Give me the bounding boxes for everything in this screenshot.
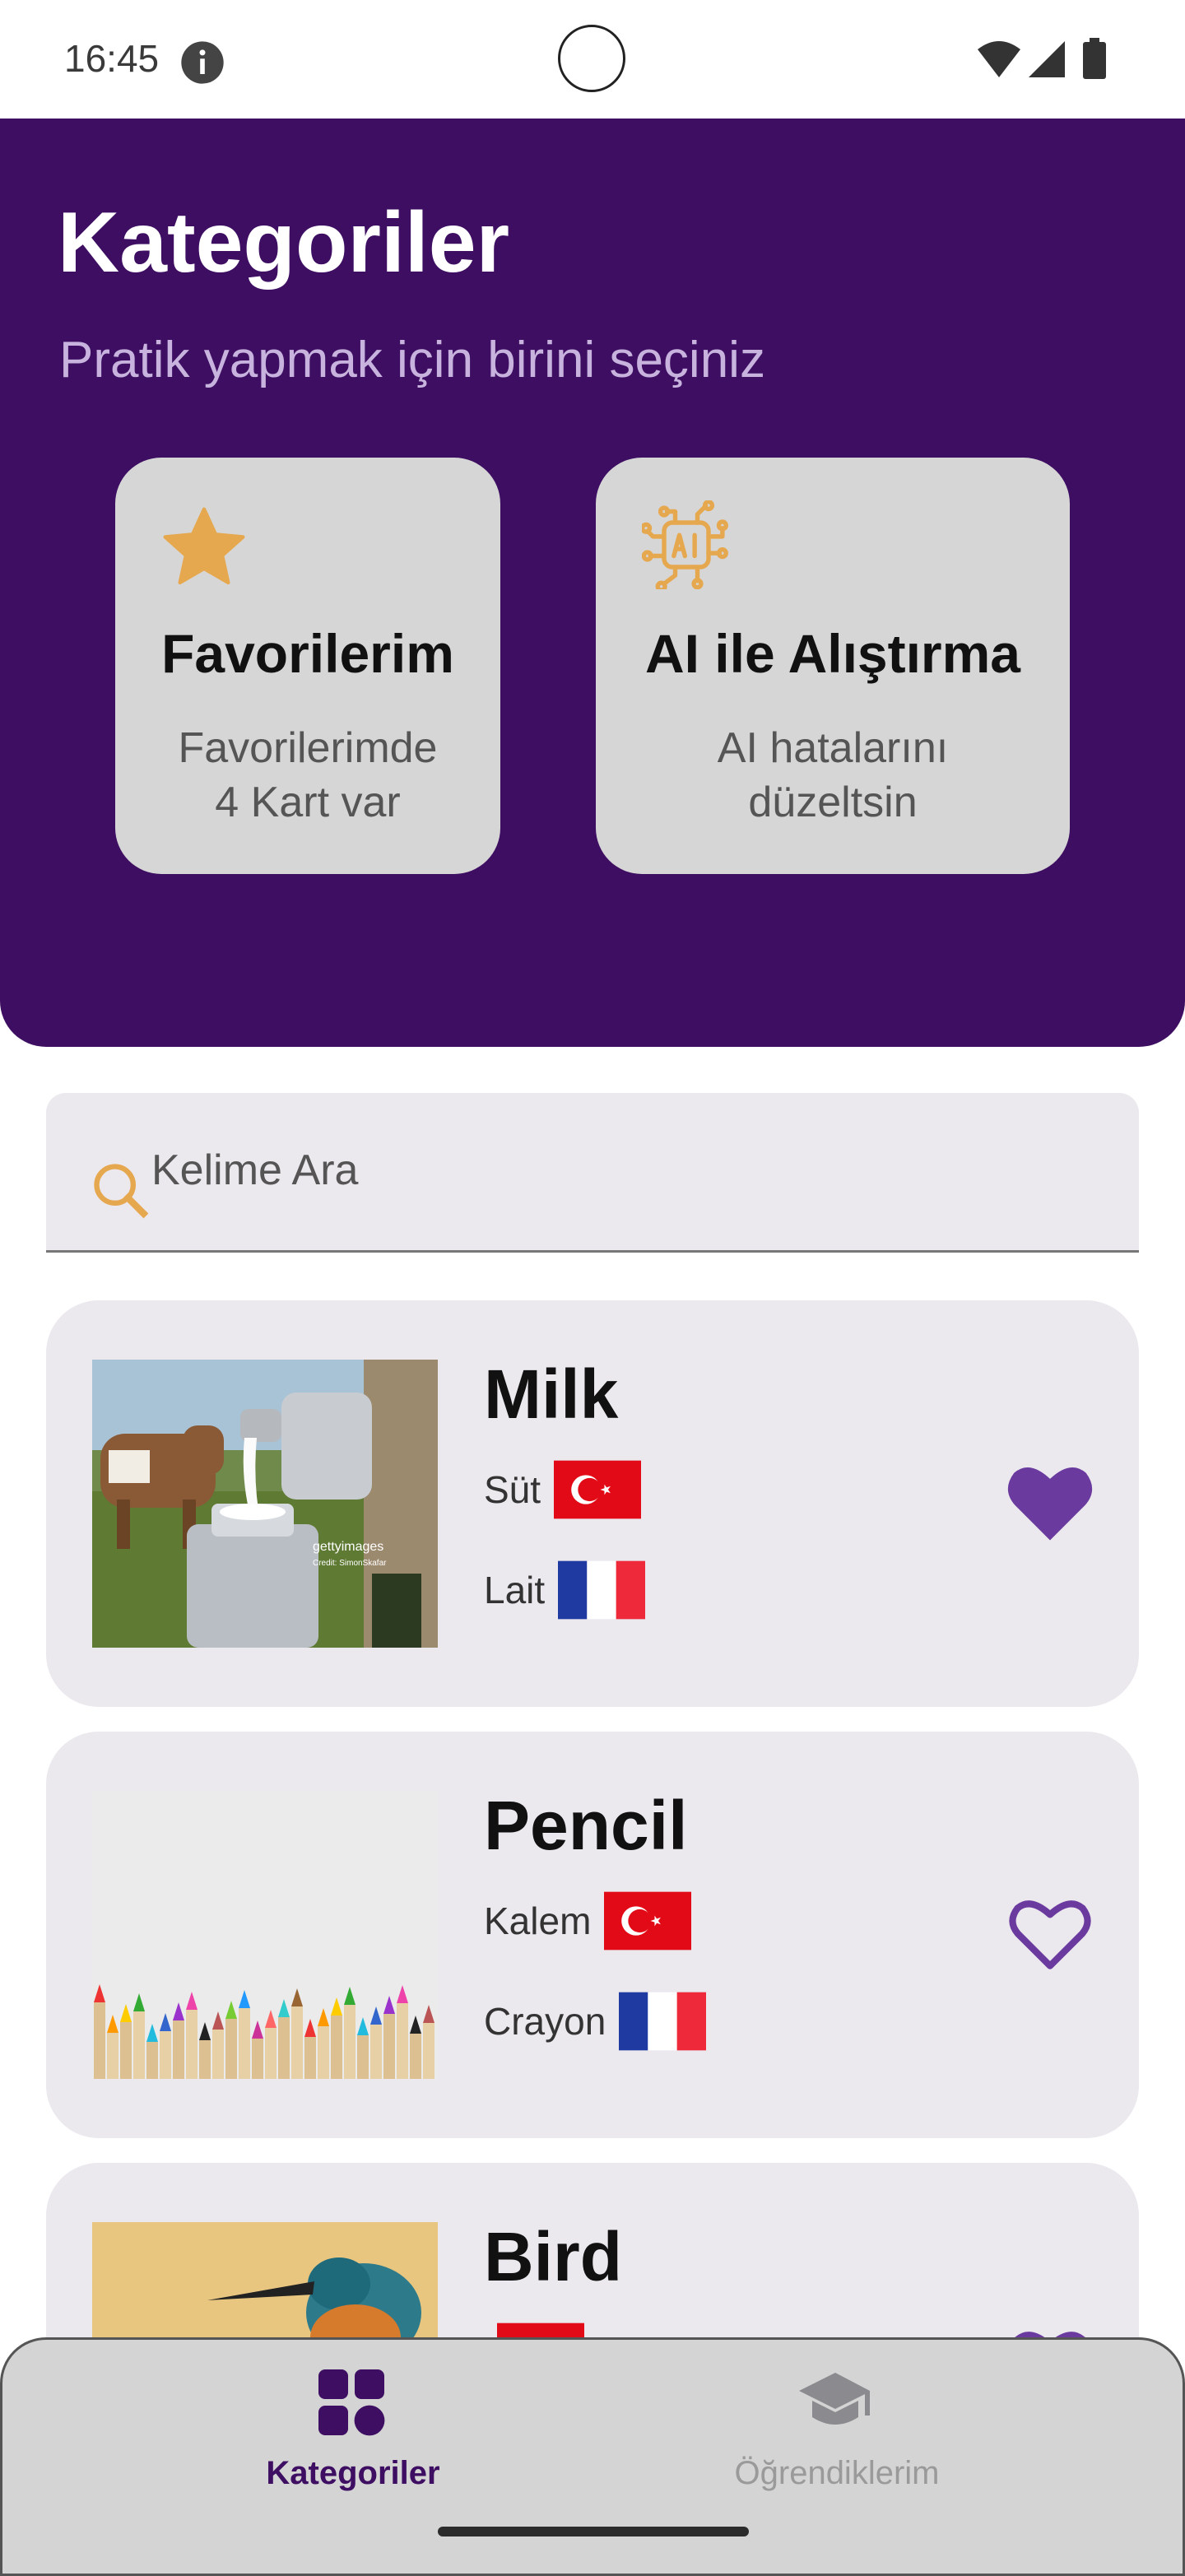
search-placeholder: Kelime Ara (151, 1146, 359, 1194)
pencil-body (199, 2040, 211, 2079)
word-title: Milk (484, 1355, 619, 1433)
search-icon (94, 1164, 149, 1219)
pencil-body (318, 2026, 329, 2079)
pencil-body (239, 2008, 250, 2079)
translation-french: Crayon (484, 1992, 707, 2051)
ai-practice-description: AI hatalarını düzeltsin (612, 721, 1053, 830)
pencil-body (357, 2035, 369, 2079)
page-subtitle: Pratik yapmak için birini seçiniz (59, 332, 765, 388)
pencil-body (278, 2017, 290, 2079)
ai-practice-title: AI ile Alıştırma (644, 623, 1021, 684)
pencil-body (344, 2005, 356, 2079)
pencil-body (94, 2002, 105, 2079)
wifi-icon (978, 41, 1020, 77)
pencil-body (265, 2028, 276, 2079)
french-word: Crayon (484, 2000, 606, 2043)
star-icon (163, 507, 245, 585)
word-image-milk: gettyimages Credit: SimonSkafar (92, 1360, 438, 1648)
word-card-pencil[interactable]: Pencil Kalem Crayon (46, 1732, 1139, 2138)
translation-turkish: Süt (484, 1460, 642, 1519)
nav-item-learned[interactable]: Öğrendiklerim (639, 2340, 1034, 2537)
pencil-body (410, 2034, 421, 2079)
home-indicator (438, 2527, 749, 2536)
translation-french: Lait (484, 1560, 646, 1620)
graduation-cap-icon (799, 2373, 870, 2425)
header: Kategoriler Pratik yapmak için birini se… (0, 119, 1185, 1047)
favorites-card[interactable]: Favorilerim Favorilerimde 4 Kart var (115, 458, 500, 874)
turkey-flag-icon (554, 1460, 642, 1519)
pencil-body (146, 2042, 158, 2079)
word-card-milk[interactable]: gettyimages Credit: SimonSkafar Milk Süt… (46, 1300, 1139, 1707)
colored-pencils-photo (92, 1791, 438, 2079)
favorites-desc-line1: Favorilerimde (178, 724, 438, 772)
turkish-word: Kalem (484, 1899, 592, 1942)
pencil-body (304, 2037, 316, 2079)
pencil-body (107, 2033, 118, 2079)
translation-turkish: Kalem (484, 1891, 692, 1951)
ai-desc-line2: düzeltsin (748, 779, 918, 826)
heart-filled-icon[interactable] (1004, 1462, 1096, 1544)
favorites-title: Favorilerim (161, 623, 454, 684)
pencil-body (423, 2023, 434, 2079)
turkish-word: Süt (484, 1468, 541, 1511)
word-title: Bird (484, 2218, 622, 2295)
cow-milk-photo: gettyimages Credit: SimonSkafar (92, 1360, 438, 1648)
search-input[interactable]: Kelime Ara (46, 1093, 1139, 1253)
camera-cutout (558, 25, 625, 92)
pencil-body (225, 2019, 237, 2079)
favorites-description: Favorilerimde 4 Kart var (132, 721, 484, 830)
turkey-flag-icon (604, 1891, 692, 1951)
pencil-body (186, 2010, 198, 2079)
france-flag-icon (558, 1560, 646, 1620)
nav-label-categories: Kategoriler (266, 2455, 440, 2491)
word-image-pencil (92, 1791, 438, 2079)
france-flag-icon (619, 1992, 707, 2051)
nav-label-learned: Öğrendiklerim (734, 2455, 940, 2491)
pencil-body (397, 2003, 408, 2079)
pencil-body (252, 2039, 263, 2079)
pencil-body (160, 2031, 171, 2079)
word-title: Pencil (484, 1787, 688, 1864)
grid-icon (318, 2369, 385, 2436)
status-time: 16:45 (64, 37, 160, 80)
pencil-body (370, 2025, 382, 2079)
ai-practice-card[interactable]: AI ile Alıştırma AI hatalarını düzeltsin (596, 458, 1070, 874)
pencil-body (383, 2014, 395, 2079)
french-word: Lait (484, 1569, 546, 1611)
pencil-body (133, 2011, 145, 2079)
battery-icon (1083, 38, 1106, 79)
heart-outline-icon[interactable] (1004, 1893, 1096, 1975)
getty-credit: Credit: SimonSkafar (313, 1559, 387, 1568)
signal-icon (1029, 41, 1065, 77)
pencil-body (212, 2030, 224, 2079)
pencil-body (120, 2022, 132, 2079)
pencil-body (173, 2020, 184, 2079)
getty-watermark: gettyimages (313, 1540, 383, 1554)
bottom-navigation: Kategoriler Öğrendiklerim (0, 2337, 1185, 2576)
ai-chip-icon (642, 500, 728, 589)
pencil-body (331, 2016, 342, 2079)
ai-desc-line1: AI hatalarını (717, 724, 949, 772)
info-icon (181, 41, 224, 84)
status-bar: 16:45 (0, 0, 1185, 119)
favorites-desc-line2: 4 Kart var (215, 779, 401, 826)
pencil-body (291, 2006, 303, 2079)
page-title: Kategoriler (58, 195, 510, 291)
nav-item-categories[interactable]: Kategoriler (156, 2340, 551, 2537)
